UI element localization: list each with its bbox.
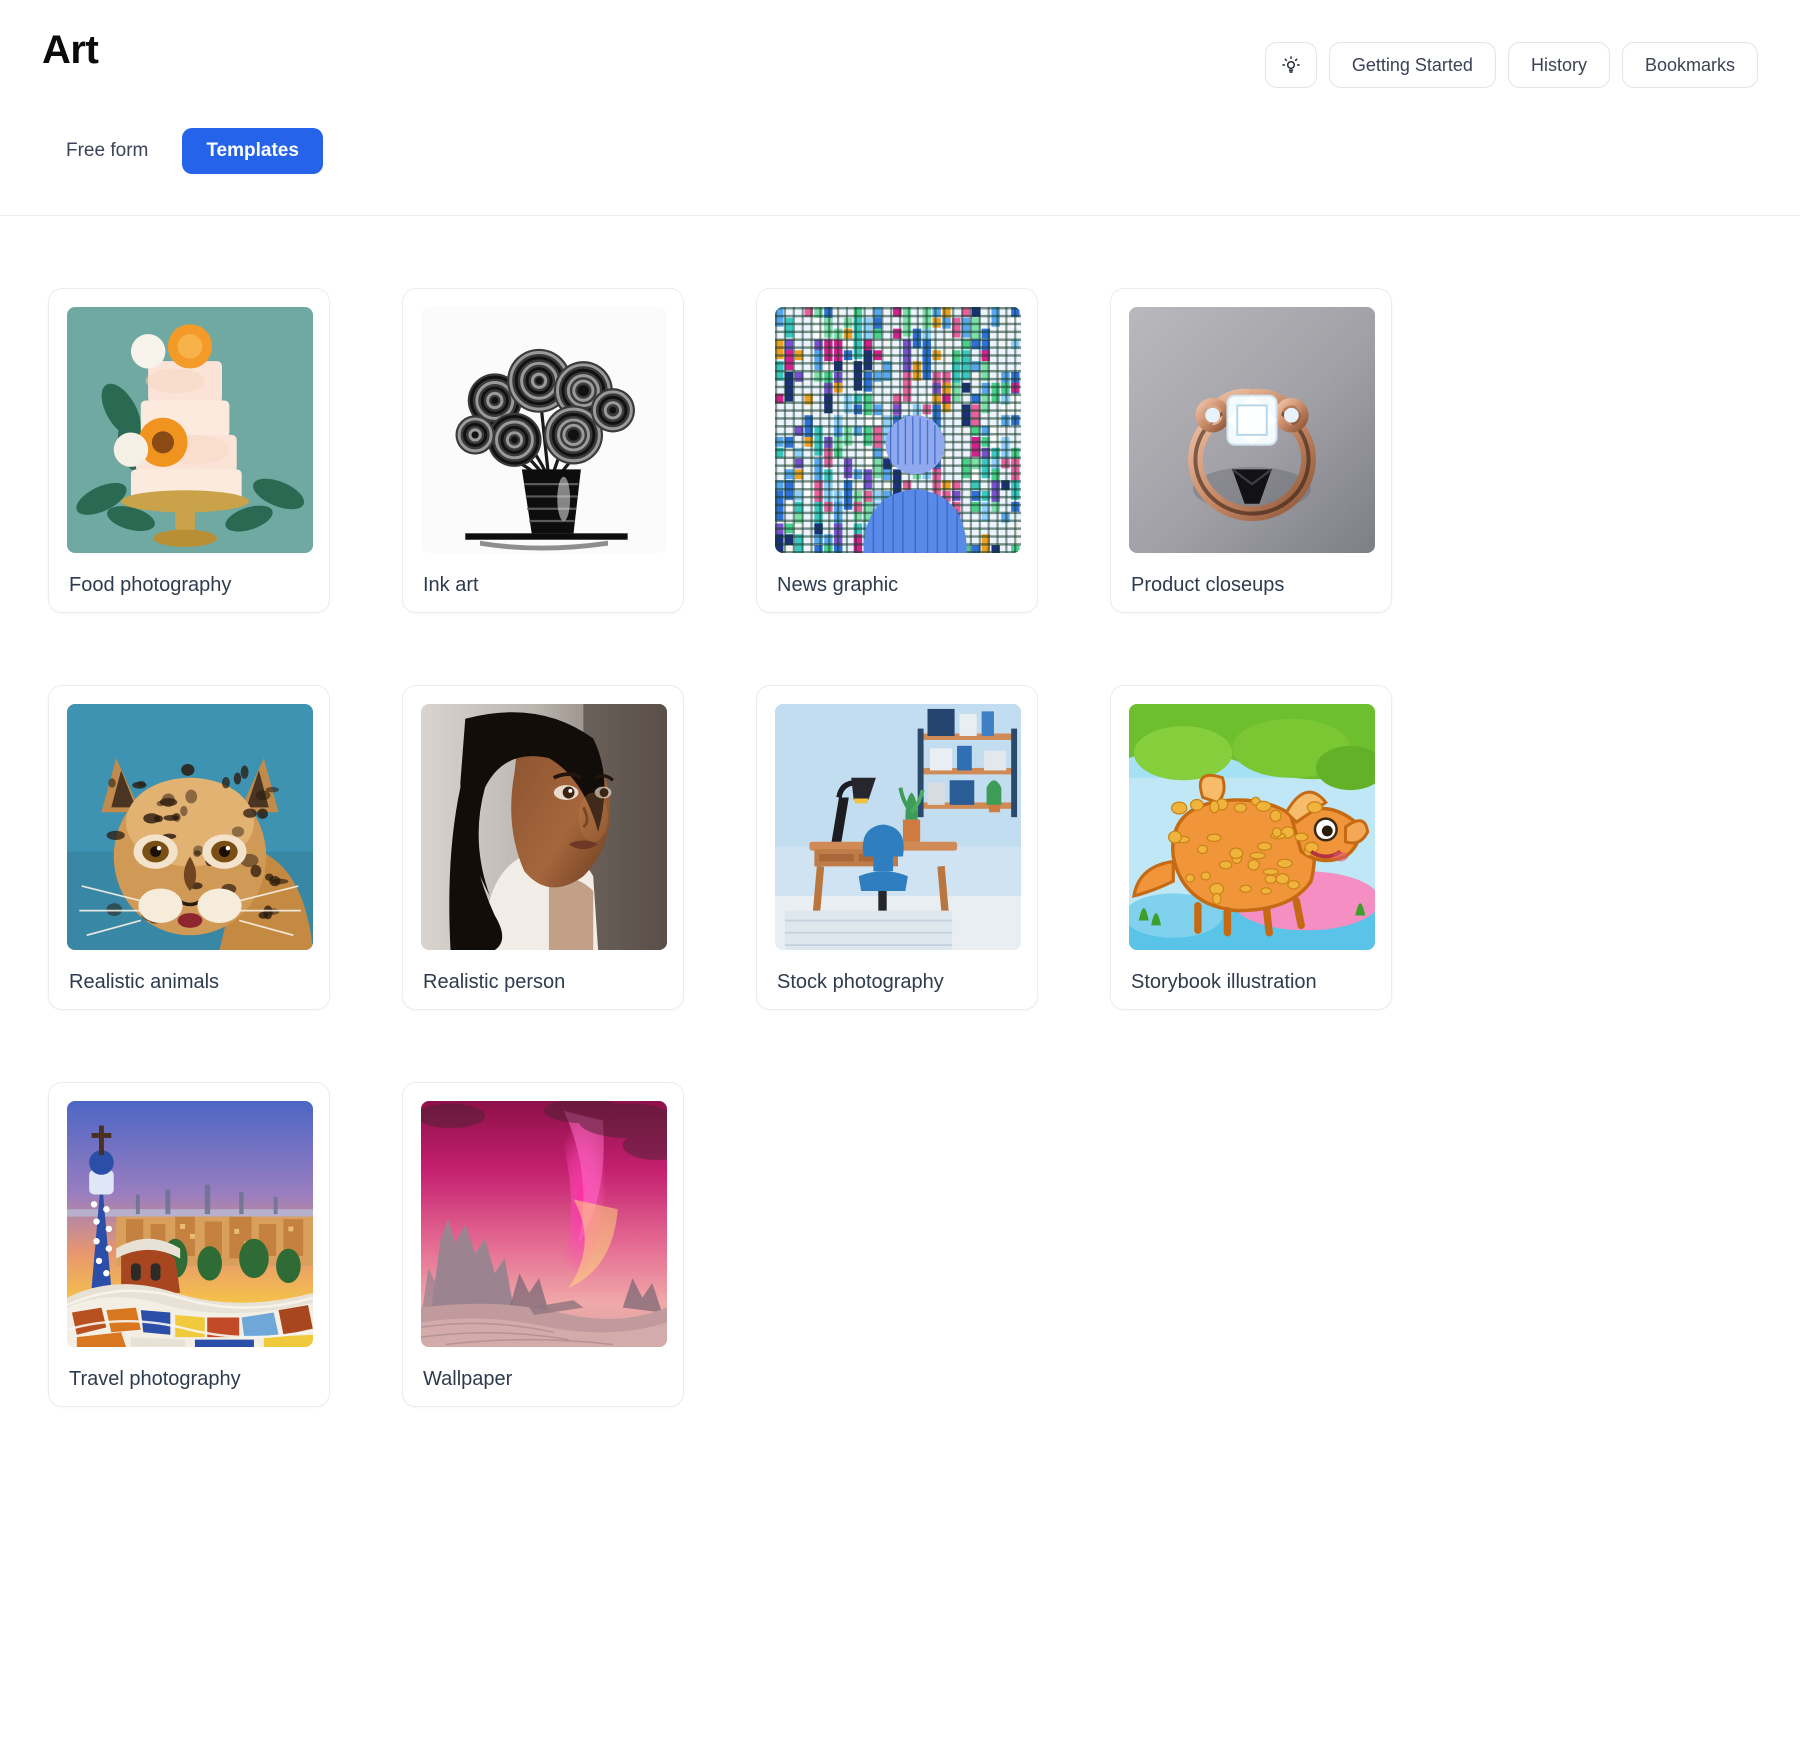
tab-templates[interactable]: Templates <box>182 128 323 174</box>
template-card-label: Stock photography <box>777 971 944 993</box>
template-thumbnail <box>421 307 667 553</box>
template-thumbnail <box>1129 307 1375 553</box>
template-card-label: Product closeups <box>1131 574 1285 596</box>
template-thumbnail <box>67 704 313 950</box>
template-card[interactable]: Stock photography <box>756 685 1038 1010</box>
template-card[interactable]: Travel photography <box>48 1082 330 1407</box>
template-card-label: Wallpaper <box>423 1368 513 1390</box>
template-thumbnail <box>775 704 1021 950</box>
template-card[interactable]: Storybook illustration <box>1110 685 1392 1010</box>
page-header: Art Getting Started History Bookmarks Fr… <box>0 0 1800 216</box>
template-card-label: Food photography <box>69 574 232 596</box>
mode-tabs: Free form Templates <box>42 128 323 174</box>
bookmarks-button[interactable]: Bookmarks <box>1621 42 1758 88</box>
getting-started-button[interactable]: Getting Started <box>1328 42 1496 88</box>
template-thumbnail <box>421 704 667 950</box>
template-card-label: News graphic <box>777 574 899 596</box>
template-card[interactable]: News graphic <box>756 288 1038 613</box>
template-card-label: Realistic person <box>423 971 566 993</box>
template-card-label: Ink art <box>423 574 479 596</box>
history-button[interactable]: History <box>1507 42 1610 88</box>
art-templates-page: Art Getting Started History Bookmarks Fr… <box>0 0 1800 1741</box>
template-card[interactable]: Food photography <box>48 288 330 613</box>
templates-section: Food photography Ink art News graphic Pr… <box>0 216 1800 1447</box>
template-card[interactable]: Realistic animals <box>48 685 330 1010</box>
template-card[interactable]: Realistic person <box>402 685 684 1010</box>
tab-free-form[interactable]: Free form <box>42 128 172 174</box>
template-thumbnail <box>1129 704 1375 950</box>
lightbulb-icon <box>1280 54 1302 76</box>
template-thumbnail <box>67 307 313 553</box>
template-thumbnail <box>775 307 1021 553</box>
template-card-label: Travel photography <box>69 1368 241 1390</box>
templates-grid: Food photography Ink art News graphic Pr… <box>48 288 1760 1407</box>
template-thumbnail <box>67 1101 313 1347</box>
template-card[interactable]: Wallpaper <box>402 1082 684 1407</box>
template-card[interactable]: Product closeups <box>1110 288 1392 613</box>
template-thumbnail <box>421 1101 667 1347</box>
template-card-label: Realistic animals <box>69 971 220 993</box>
lightbulb-icon-button[interactable] <box>1264 42 1317 88</box>
template-card[interactable]: Ink art <box>402 288 684 613</box>
header-actions: Getting Started History Bookmarks <box>1264 42 1758 88</box>
template-card-label: Storybook illustration <box>1131 971 1317 993</box>
